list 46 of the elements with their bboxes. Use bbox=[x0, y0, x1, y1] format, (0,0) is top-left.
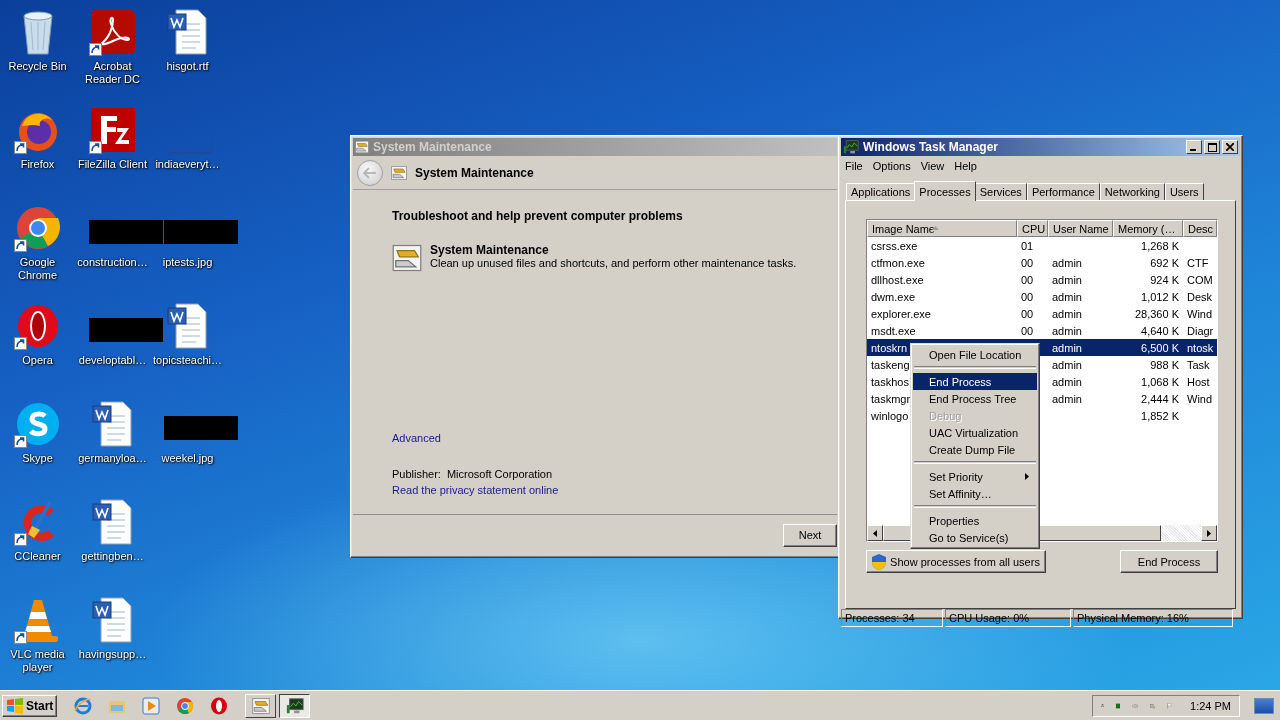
table-cell: 01 bbox=[1021, 239, 1034, 252]
table-cell: admin bbox=[1052, 307, 1082, 320]
window-title: Windows Task Manager bbox=[863, 140, 999, 154]
table-cell: 2,444 K bbox=[1141, 392, 1179, 405]
table-cell: 1,012 K bbox=[1141, 290, 1179, 303]
table-cell: 4,640 K bbox=[1141, 324, 1179, 337]
table-cell: 6,500 K bbox=[1141, 341, 1179, 354]
table-cell: 1,852 K bbox=[1141, 409, 1179, 422]
table-cell: Desk bbox=[1187, 290, 1213, 303]
task-title: System Maintenance bbox=[430, 243, 550, 257]
section-heading: Troubleshoot and help prevent computer problems bbox=[392, 209, 684, 223]
table-cell: 28,360 K bbox=[1134, 307, 1179, 320]
page-title: System Maintenance bbox=[415, 165, 534, 180]
table-cell: admin bbox=[1052, 358, 1082, 371]
table-cell: 1,268 K bbox=[1141, 239, 1179, 252]
publisher-label: Publisher: bbox=[392, 468, 441, 480]
table-cell: 00 bbox=[1021, 256, 1034, 269]
table-cell: 00 bbox=[1021, 290, 1034, 303]
table-cell: 00 bbox=[1021, 307, 1034, 320]
table-cell: CTF bbox=[1187, 256, 1209, 269]
table-cell: admin bbox=[1052, 392, 1082, 405]
table-cell: Host bbox=[1187, 375, 1210, 388]
status-text: Processes: 34 bbox=[841, 609, 943, 627]
table-cell: admin bbox=[1052, 375, 1082, 388]
table-cell: COM bbox=[1187, 273, 1213, 286]
table-cell: admin bbox=[1052, 341, 1082, 354]
table-cell: 00 bbox=[1021, 324, 1034, 337]
table-cell: 1,068 K bbox=[1141, 375, 1179, 388]
table-cell: admin bbox=[1052, 290, 1082, 303]
table-cell: Diagr bbox=[1187, 324, 1214, 337]
table-cell: ntosk bbox=[1187, 341, 1214, 354]
table-cell: admin bbox=[1052, 256, 1082, 269]
table-cell: admin bbox=[1052, 273, 1082, 286]
table-cell: 988 K bbox=[1150, 358, 1179, 371]
status-text: Physical Memory: 16% bbox=[1073, 609, 1233, 627]
status-text: CPU Usage: 0% bbox=[945, 609, 1071, 627]
table-cell: 00 bbox=[1021, 273, 1034, 286]
table-cell: 692 K bbox=[1150, 256, 1179, 269]
table-cell: admin bbox=[1052, 324, 1082, 337]
window-title: System Maintenance bbox=[373, 140, 492, 154]
task-description: Clean up unused files and shortcuts, and perform other maintenance tasks. bbox=[430, 257, 797, 269]
table-cell: Wind bbox=[1187, 392, 1213, 405]
publisher-name: Microsoft Corporation bbox=[446, 468, 553, 480]
table-cell: Task bbox=[1187, 358, 1210, 371]
table-cell: Wind bbox=[1187, 307, 1213, 320]
table-cell: 924 K bbox=[1150, 273, 1179, 286]
